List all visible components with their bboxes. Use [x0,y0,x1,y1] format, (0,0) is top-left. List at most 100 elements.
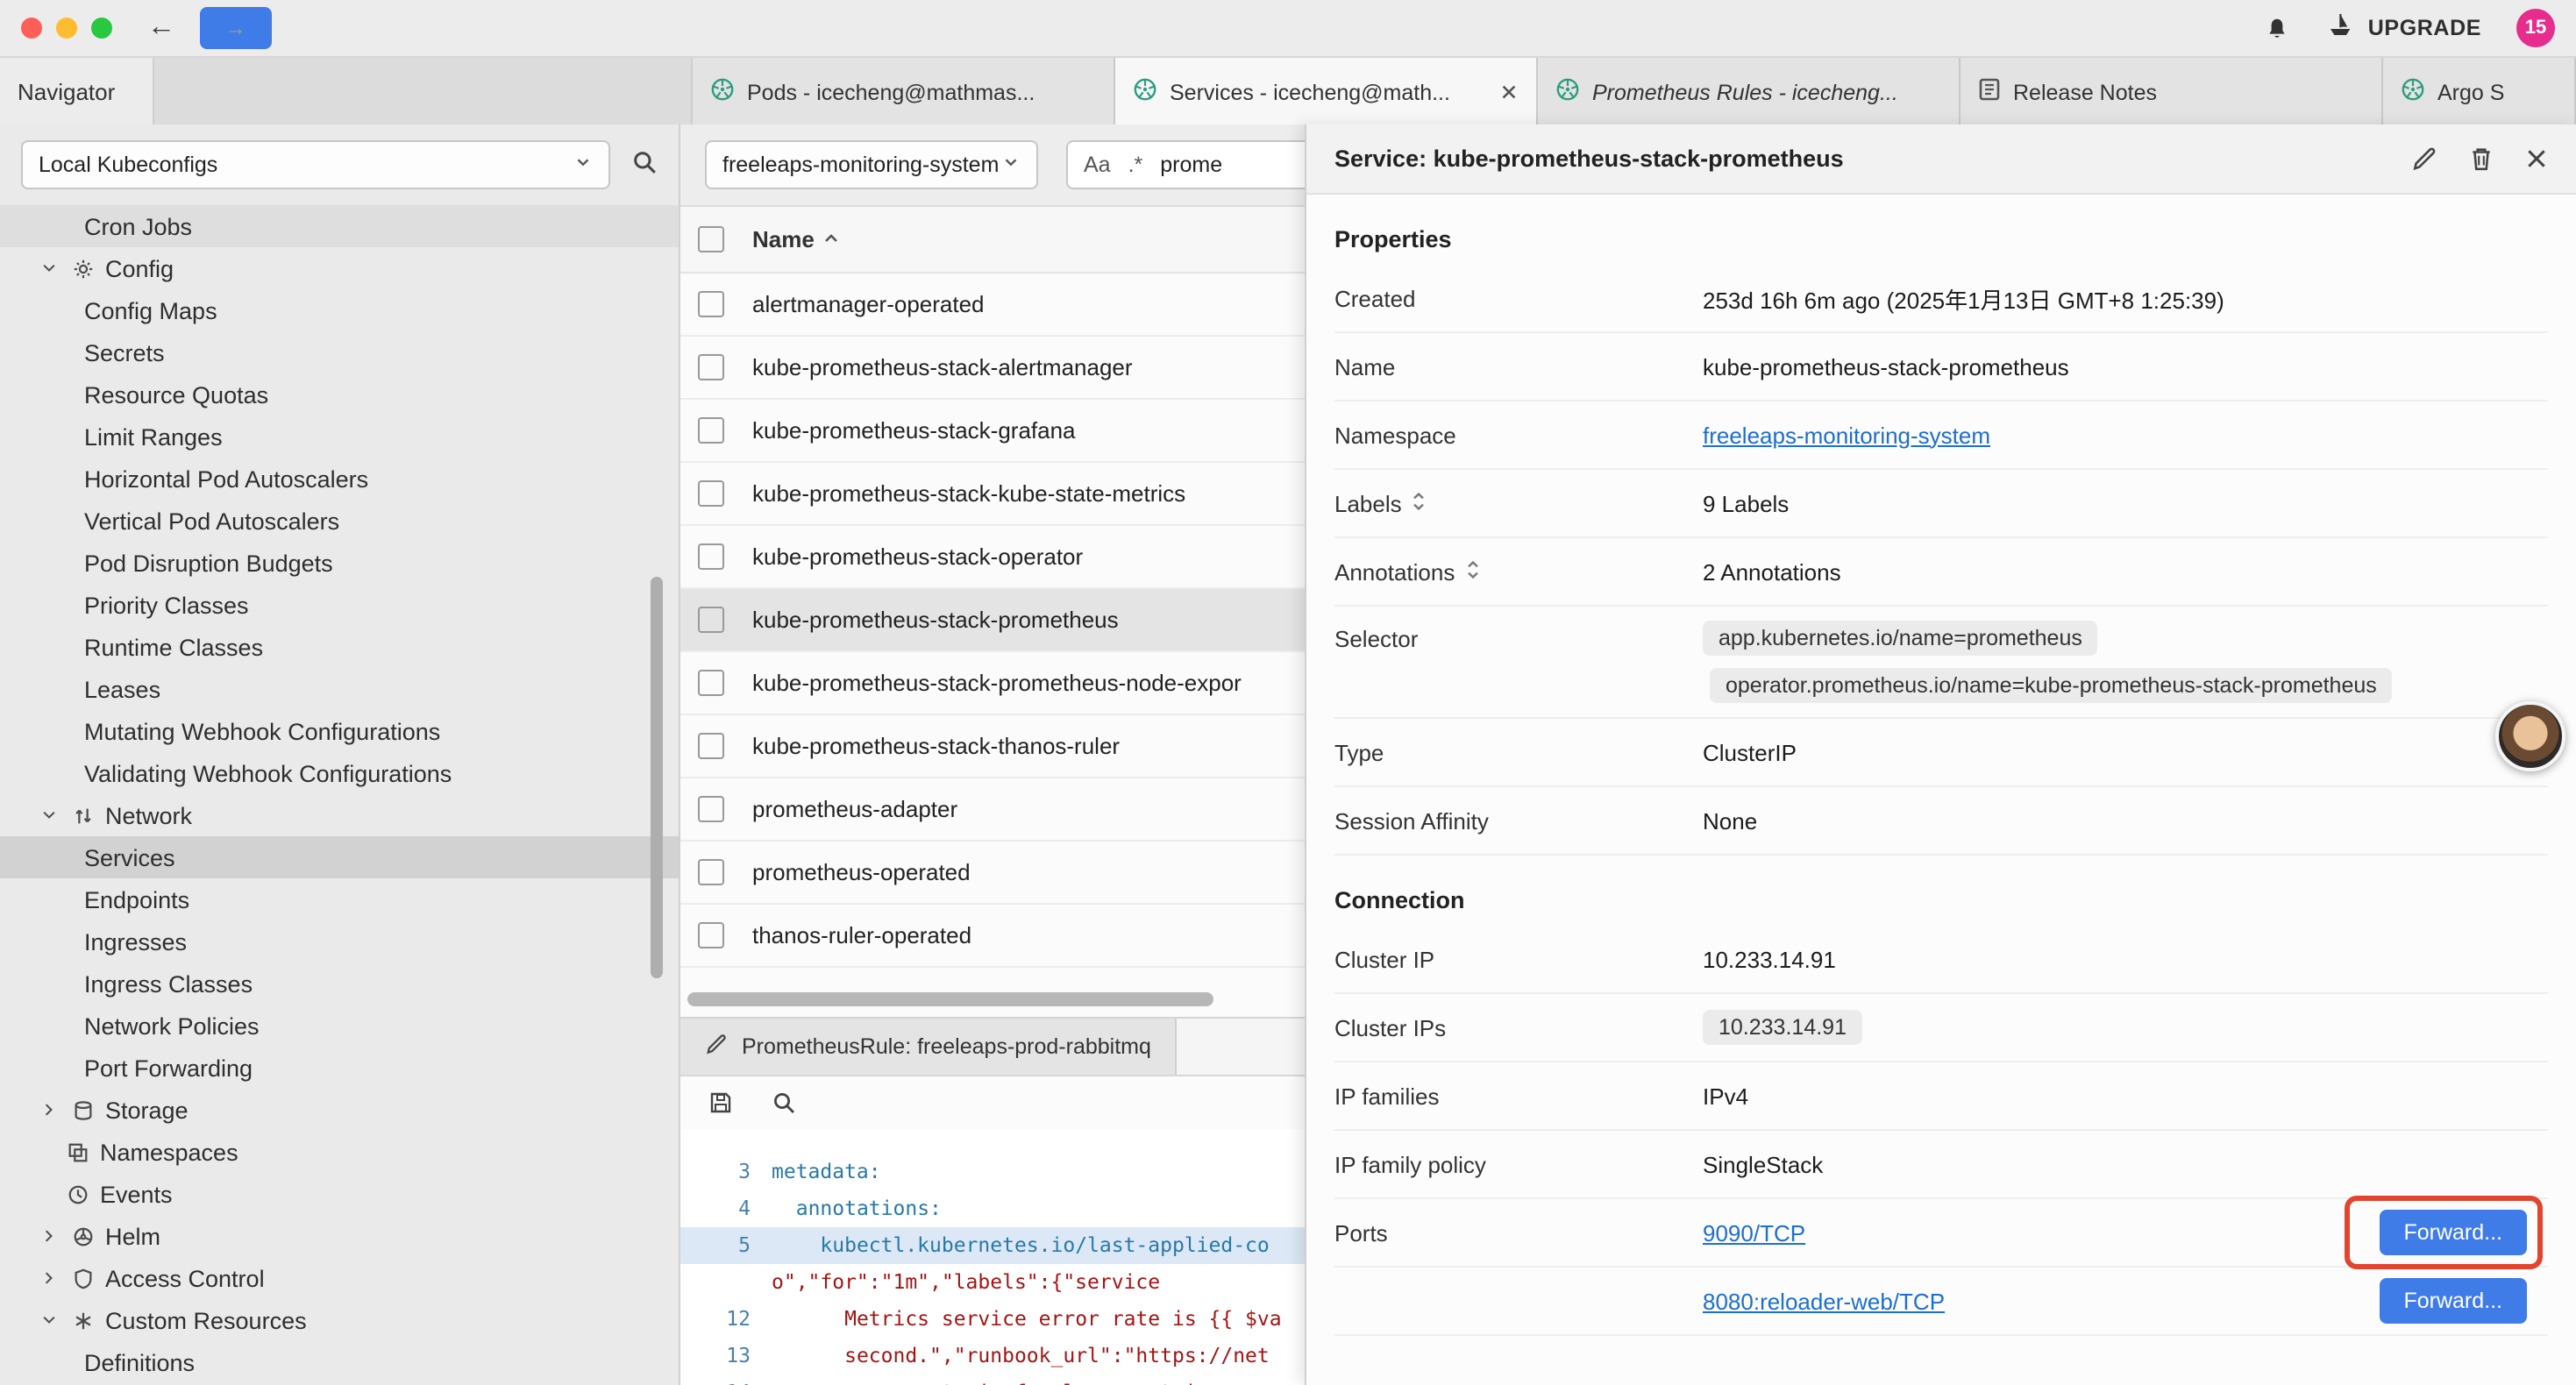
row-checkbox[interactable] [698,733,724,759]
sidebar-item-runtime-classes[interactable]: Runtime Classes [0,626,679,668]
upgrade-button[interactable]: UPGRADE [2326,12,2481,44]
namespace-link[interactable]: freeleaps-monitoring-system [1703,422,1990,448]
sidebar-item-resource-quotas[interactable]: Resource Quotas [0,373,679,416]
tab-pods[interactable]: Pods - icecheng@mathmas... [693,58,1115,126]
sidebar-item-horizontal-pod-autoscalers[interactable]: Horizontal Pod Autoscalers [0,458,679,500]
delete-icon[interactable] [2469,146,2494,172]
sidebar-item-helm[interactable]: Helm [0,1215,679,1257]
sidebar-item-network[interactable]: Network [0,794,679,836]
sidebar-item-label: Access Control [105,1265,265,1291]
forward-button[interactable]: → [200,7,271,50]
sidebar-scrollbar[interactable] [651,577,663,978]
horizontal-scrollbar-thumb[interactable] [687,992,1213,1006]
row-checkbox[interactable] [698,354,724,380]
navigator-tab[interactable]: Navigator [0,58,154,126]
property-label: IP families [1334,1083,1439,1109]
row-checkbox[interactable] [698,480,724,507]
sidebar-item-ingress-classes[interactable]: Ingress Classes [0,962,679,1005]
service-name: kube-prometheus-stack-operator [752,543,1083,570]
select-all-checkbox[interactable] [698,226,724,252]
expand-collapse-icon[interactable] [1411,490,1428,516]
property-label: Created [1334,285,1416,311]
close-icon[interactable] [2525,147,2548,170]
row-checkbox[interactable] [698,417,724,444]
sidebar: Local Kubeconfigs Cron Jobs Config [0,124,680,1385]
editor-tab-prometheusrule[interactable]: PrometheusRule: freeleaps-prod-rabbitmq [680,1019,1178,1075]
sidebar-item-network-policies[interactable]: Network Policies [0,1005,679,1047]
editor-search-icon[interactable] [765,1083,803,1122]
minimize-window-button[interactable] [56,18,77,39]
events-icon [63,1183,93,1205]
sidebar-item-definitions[interactable]: Definitions [0,1341,679,1383]
chevron-right-icon [35,1101,61,1119]
expand-collapse-icon[interactable] [1463,558,1481,585]
sidebar-item-label: Port Forwarding [84,1055,253,1081]
property-value: 2 Annotations [1703,558,1841,585]
sidebar-item-label: Network [105,802,192,828]
namespace-select[interactable]: freeleaps-monitoring-system [705,140,1038,189]
edit-icon[interactable] [2411,146,2437,172]
back-button[interactable]: ← [147,14,175,42]
sidebar-item-priority-classes[interactable]: Priority Classes [0,584,679,626]
row-checkbox[interactable] [698,859,724,885]
sidebar-item-label: Resource Quotas [84,381,268,408]
sidebar-item-namespaces[interactable]: Namespaces [0,1131,679,1173]
tab-prometheus-rules[interactable]: Prometheus Rules - icecheng... [1538,58,1960,126]
tab-release-notes[interactable]: Release Notes [1960,58,2383,126]
sidebar-item-endpoints[interactable]: Endpoints [0,878,679,920]
sidebar-item-limit-ranges[interactable]: Limit Ranges [0,416,679,458]
kubernetes-icon [2401,77,2425,107]
chevron-down-icon [1001,153,1021,177]
sidebar-item-config[interactable]: Config [0,247,679,289]
sidebar-item-storage[interactable]: Storage [0,1089,679,1131]
row-checkbox[interactable] [698,796,724,822]
row-checkbox[interactable] [698,670,724,696]
access-control-icon [68,1267,98,1289]
sidebar-item-services[interactable]: Services [0,836,679,878]
chevron-down-icon [35,1311,61,1329]
sidebar-item-vertical-pod-autoscalers[interactable]: Vertical Pod Autoscalers [0,500,679,542]
sidebar-item-port-forwarding[interactable]: Port Forwarding [0,1047,679,1089]
sidebar-item-secrets[interactable]: Secrets [0,331,679,373]
tab-services[interactable]: Services - icecheng@math... [1115,58,1538,126]
row-checkbox[interactable] [698,543,724,570]
sidebar-item-config-maps[interactable]: Config Maps [0,289,679,331]
port-link[interactable]: 8080:reloader-web/TCP [1703,1288,1945,1314]
match-case-toggle[interactable]: Aa [1084,153,1111,177]
search-icon[interactable] [631,149,658,181]
sidebar-item-label: Limit Ranges [84,423,223,450]
sidebar-item-custom-resources[interactable]: Custom Resources [0,1299,679,1341]
forward-button[interactable]: Forward... [2379,1210,2527,1255]
regex-toggle[interactable]: .* [1128,153,1143,177]
sidebar-item-label: Config Maps [84,297,217,323]
bell-icon[interactable] [2265,15,2291,41]
sidebar-item-mutating-webhook-configurations[interactable]: Mutating Webhook Configurations [0,710,679,752]
service-name: prometheus-adapter [752,796,957,822]
tab-argo[interactable]: Argo S [2383,58,2576,126]
port-link[interactable]: 9090/TCP [1703,1219,1805,1246]
close-window-button[interactable] [21,18,42,39]
sidebar-item-access-control[interactable]: Access Control [0,1257,679,1299]
name-column-header[interactable]: Name [752,226,841,252]
sidebar-item-ingresses[interactable]: Ingresses [0,920,679,962]
upgrade-label: UPGRADE [2368,16,2481,40]
sidebar-item-cron-jobs[interactable]: Cron Jobs [0,205,679,247]
save-icon[interactable] [701,1083,740,1122]
sidebar-item-events[interactable]: Events [0,1173,679,1215]
sidebar-item-pod-disruption-budgets[interactable]: Pod Disruption Budgets [0,542,679,584]
row-checkbox[interactable] [698,607,724,633]
forward-button[interactable]: Forward... [2379,1278,2527,1324]
avatar[interactable] [2495,701,2565,771]
maximize-window-button[interactable] [91,18,112,39]
notification-count-badge[interactable]: 15 [2516,9,2555,47]
sidebar-tree: Cron Jobs Config Config Maps [0,205,679,1383]
editor-tab-label: PrometheusRule: freeleaps-prod-rabbitmq [742,1034,1151,1059]
row-checkbox[interactable] [698,291,724,317]
sidebar-item-validating-webhook-configurations[interactable]: Validating Webhook Configurations [0,752,679,794]
sidebar-item-leases[interactable]: Leases [0,668,679,710]
kubeconfig-select[interactable]: Local Kubeconfigs [21,140,610,189]
row-checkbox[interactable] [698,922,724,948]
close-tab-icon[interactable] [1499,82,1519,102]
sidebar-item-label: Helm [105,1223,160,1249]
service-name: thanos-ruler-operated [752,922,971,948]
